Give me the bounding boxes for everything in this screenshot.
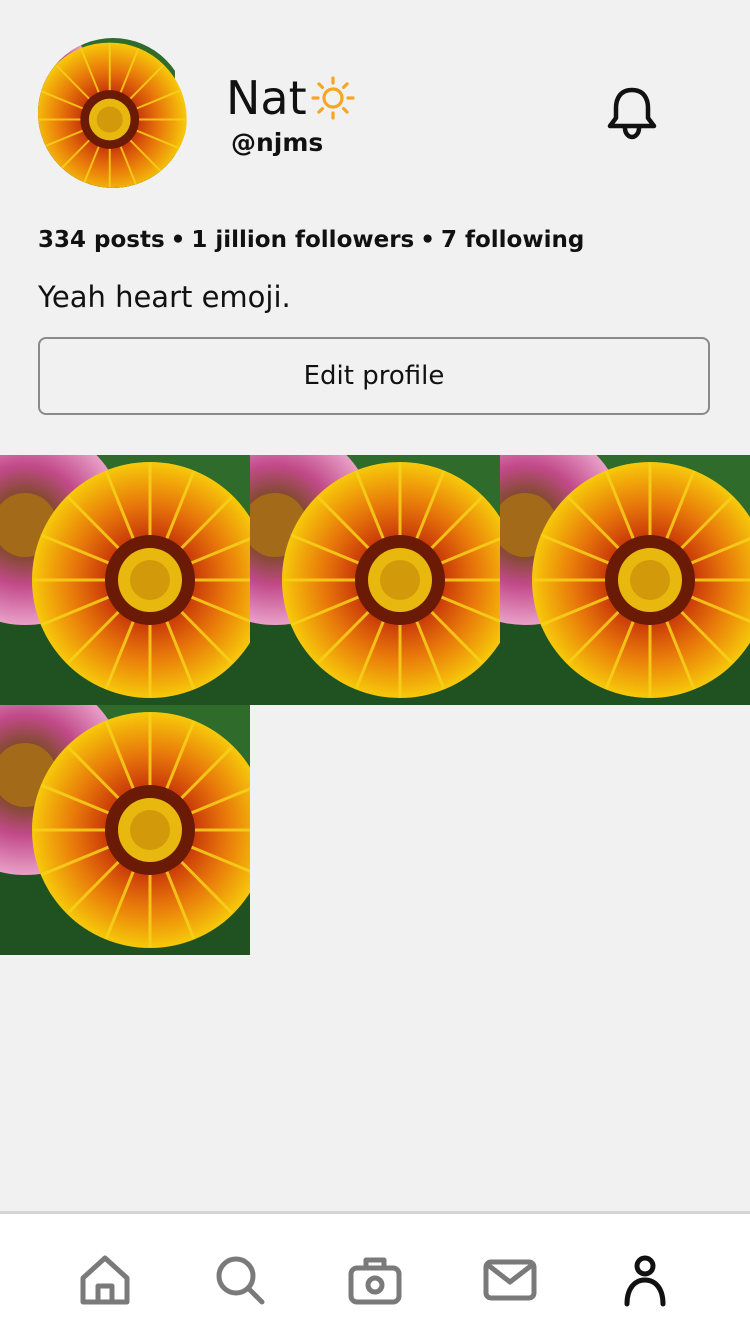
post-thumbnail[interactable] bbox=[0, 705, 250, 955]
post-thumbnail[interactable] bbox=[0, 455, 250, 705]
followers-count[interactable]: 1 jillion followers bbox=[191, 227, 414, 253]
edit-profile-button[interactable]: Edit profile bbox=[38, 337, 710, 415]
camera-icon bbox=[348, 1257, 402, 1305]
tab-camera[interactable] bbox=[345, 1250, 405, 1310]
stats-separator: • bbox=[420, 227, 435, 253]
post-image bbox=[0, 705, 250, 955]
post-image bbox=[250, 455, 500, 705]
posts-count[interactable]: 334 posts bbox=[38, 227, 165, 253]
sun-icon bbox=[311, 76, 355, 120]
tab-messages[interactable] bbox=[480, 1250, 540, 1310]
notifications-bell-icon[interactable] bbox=[604, 84, 660, 142]
bottom-tab-bar bbox=[0, 1211, 750, 1334]
name-row: Nat bbox=[226, 68, 357, 128]
tab-search[interactable] bbox=[210, 1250, 270, 1310]
post-thumbnail[interactable] bbox=[250, 455, 500, 705]
profile-bio: Yeah heart emoji. bbox=[38, 280, 291, 314]
profile-stats: 334 posts • 1 jillion followers • 7 followin… bbox=[38, 227, 584, 253]
avatar[interactable] bbox=[38, 38, 188, 188]
display-name: Nat bbox=[226, 71, 307, 125]
post-thumbnail[interactable] bbox=[500, 455, 750, 705]
avatar-image bbox=[38, 38, 188, 188]
post-image bbox=[0, 455, 250, 705]
tab-profile[interactable] bbox=[615, 1250, 675, 1310]
post-image bbox=[500, 455, 750, 705]
mail-icon bbox=[483, 1259, 537, 1301]
stats-separator: • bbox=[170, 227, 186, 253]
home-icon bbox=[80, 1255, 130, 1305]
profile-icon bbox=[624, 1255, 666, 1307]
username-handle: @njms bbox=[231, 128, 324, 157]
search-icon bbox=[216, 1256, 265, 1305]
tab-home[interactable] bbox=[75, 1250, 135, 1310]
following-count[interactable]: 7 following bbox=[441, 227, 584, 253]
